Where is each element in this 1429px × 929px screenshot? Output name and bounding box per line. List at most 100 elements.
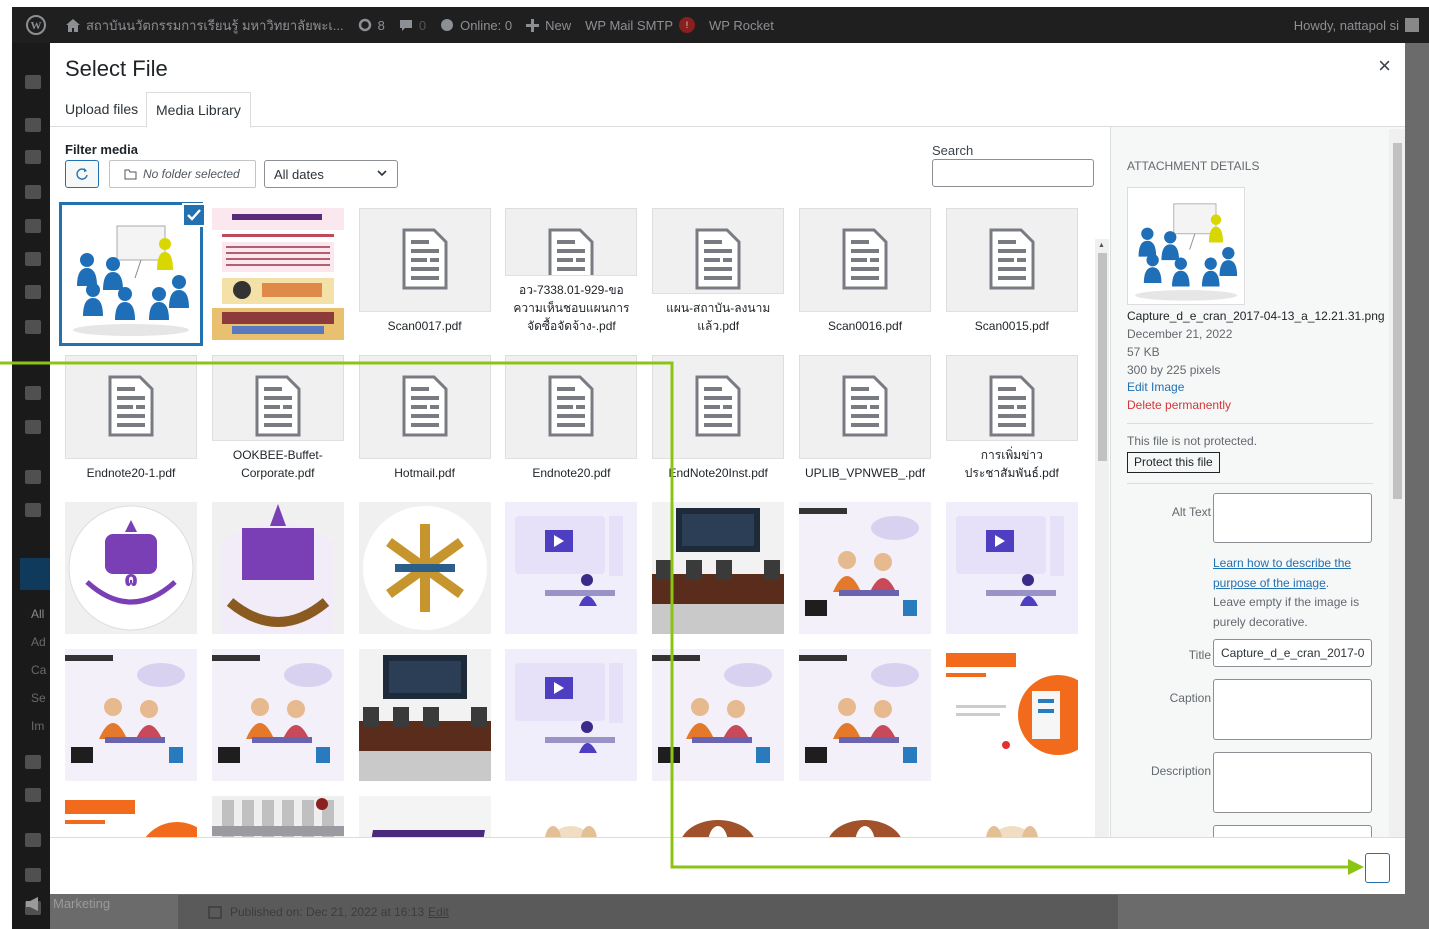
- date-filter-select[interactable]: All dates: [264, 160, 398, 188]
- attachment-image[interactable]: [211, 502, 344, 634]
- description-field[interactable]: [1213, 752, 1372, 813]
- download-icon[interactable]: [25, 503, 41, 517]
- refresh-button[interactable]: [65, 160, 99, 188]
- plus-icon: [526, 18, 540, 32]
- attachment-document[interactable]: การเพิ่มข่าวประชาสัมพันธ์.pdf: [945, 355, 1078, 487]
- attachment-document[interactable]: Hotmail.pdf: [358, 355, 491, 487]
- search-input[interactable]: [932, 159, 1094, 187]
- attachment-document[interactable]: Endnote20.pdf: [505, 355, 638, 487]
- tab-media-library[interactable]: Media Library: [146, 92, 251, 128]
- wordpress-logo[interactable]: W: [26, 15, 52, 35]
- new-content-link[interactable]: New: [526, 18, 571, 33]
- attachment-image[interactable]: [652, 502, 785, 634]
- tab-upload-files[interactable]: Upload files: [56, 92, 147, 128]
- attachment-image[interactable]: [358, 649, 491, 781]
- active-menu-item[interactable]: [20, 558, 50, 590]
- table-icon[interactable]: [25, 420, 41, 434]
- site-name-link[interactable]: สถาบันนวัตกรรมการเรียนรู้ มหาวิทยาลัยพะเ…: [66, 15, 344, 36]
- attachment-document[interactable]: Scan0016.pdf: [799, 208, 931, 340]
- grid-scroll-thumb[interactable]: [1098, 253, 1107, 461]
- select-button[interactable]: [1365, 853, 1390, 883]
- gear-icon[interactable]: [25, 219, 41, 233]
- title-field[interactable]: Capture_d_e_cran_2017-0: [1213, 639, 1372, 667]
- pages-icon[interactable]: [25, 185, 41, 199]
- submenu-categories[interactable]: Ca: [31, 663, 46, 677]
- attachment-document[interactable]: Scan0015.pdf: [945, 208, 1078, 340]
- edit-date-link[interactable]: Edit: [428, 905, 449, 919]
- attachment-image[interactable]: [211, 796, 344, 837]
- attachment-image[interactable]: [652, 649, 785, 781]
- folder-filter-button[interactable]: No folder selected: [109, 160, 256, 188]
- attachment-image[interactable]: [652, 796, 785, 837]
- attachment-image[interactable]: [211, 649, 344, 781]
- attachment-image[interactable]: [799, 796, 931, 837]
- submenu-settings[interactable]: Se: [31, 691, 46, 705]
- attachment-document[interactable]: UPLIB_VPNWEB_.pdf: [799, 355, 931, 487]
- card-icon[interactable]: [25, 868, 41, 882]
- attachment-image[interactable]: [65, 208, 197, 340]
- attachment-image[interactable]: [505, 796, 638, 837]
- edit-image-link[interactable]: Edit Image: [1127, 380, 1184, 394]
- attachment-document[interactable]: EndNote20Inst.pdf: [652, 355, 785, 487]
- alt-text-help: Learn how to describe the purpose of the…: [1213, 554, 1363, 632]
- download-circle-icon[interactable]: [25, 788, 41, 802]
- attachment-image[interactable]: [358, 796, 491, 837]
- list-icon[interactable]: [25, 386, 41, 400]
- check-icon[interactable]: [182, 203, 206, 227]
- alt-text-field[interactable]: [1213, 493, 1372, 543]
- grid-scrollbar[interactable]: ▲ ▼: [1095, 239, 1109, 837]
- updates-link[interactable]: 8: [358, 18, 385, 33]
- next-field[interactable]: [1213, 825, 1372, 837]
- attachment-image[interactable]: [505, 649, 638, 781]
- online-link[interactable]: Online: 0: [440, 18, 512, 33]
- close-icon[interactable]: ×: [1378, 55, 1391, 77]
- chat-icon[interactable]: [25, 470, 41, 484]
- protect-file-button[interactable]: Protect this file: [1127, 452, 1220, 473]
- caption-field[interactable]: [1213, 679, 1372, 740]
- alt-help-link[interactable]: Learn how to describe the purpose of the…: [1213, 556, 1351, 590]
- attachment-image[interactable]: [505, 502, 638, 634]
- scroll-up-icon[interactable]: ▲: [1098, 242, 1105, 249]
- woo-icon[interactable]: [25, 833, 41, 847]
- menu-marketing[interactable]: Marketing: [26, 896, 110, 911]
- submenu-all[interactable]: All: [31, 607, 44, 621]
- attachment-document[interactable]: Endnote20-1.pdf: [65, 355, 197, 487]
- details-scrollbar[interactable]: [1389, 129, 1405, 837]
- attachment-document[interactable]: Scan0017.pdf: [358, 208, 491, 340]
- dashboard-icon[interactable]: [25, 75, 41, 89]
- attachment-image[interactable]: [65, 796, 197, 837]
- menu-marketing-label: Marketing: [53, 896, 111, 911]
- attachment-document[interactable]: อว-7338.01-929-ขอความเห็นชอบแผนการจัดซื้…: [505, 208, 638, 340]
- attachment-image[interactable]: [945, 649, 1078, 781]
- attachment-image[interactable]: [945, 796, 1078, 837]
- comments-menu-icon[interactable]: [25, 252, 41, 266]
- attachment-document[interactable]: OOKBEE-Buffet-Corporate.pdf: [211, 355, 344, 487]
- pin-icon[interactable]: [25, 118, 41, 132]
- attachment-image[interactable]: [211, 208, 344, 340]
- attachment-preview: [358, 649, 491, 781]
- attachment-image[interactable]: [799, 649, 931, 781]
- comments-link[interactable]: 0: [399, 18, 426, 33]
- submenu-add[interactable]: Ad: [31, 635, 46, 649]
- forms-icon[interactable]: [25, 320, 41, 334]
- submenu-import[interactable]: Im: [31, 719, 44, 733]
- calendar-icon: [208, 906, 222, 919]
- attachment-image[interactable]: ɷ: [65, 502, 197, 634]
- attachment-preview: [65, 796, 197, 837]
- users-icon[interactable]: [25, 285, 41, 299]
- home-icon: [66, 18, 80, 32]
- my-account[interactable]: Howdy, nattapol si: [1294, 7, 1419, 43]
- smtp-link[interactable]: WP Mail SMTP !: [585, 17, 696, 33]
- wp-rocket-link[interactable]: WP Rocket: [709, 18, 774, 33]
- attachment-image[interactable]: [945, 502, 1078, 634]
- attachment-image[interactable]: [358, 502, 491, 634]
- attachment-image[interactable]: [799, 502, 931, 634]
- document-icon: [842, 228, 888, 290]
- details-scroll-thumb[interactable]: [1393, 143, 1402, 499]
- delete-permanently-link[interactable]: Delete permanently: [1127, 398, 1231, 412]
- attachment-document[interactable]: แผน-สถาบัน-ลงนามแล้ว.pdf: [652, 208, 785, 340]
- attachment-image[interactable]: [65, 649, 197, 781]
- search-label: Search: [932, 143, 974, 158]
- mail-icon[interactable]: [25, 755, 41, 769]
- media-icon[interactable]: [25, 150, 41, 164]
